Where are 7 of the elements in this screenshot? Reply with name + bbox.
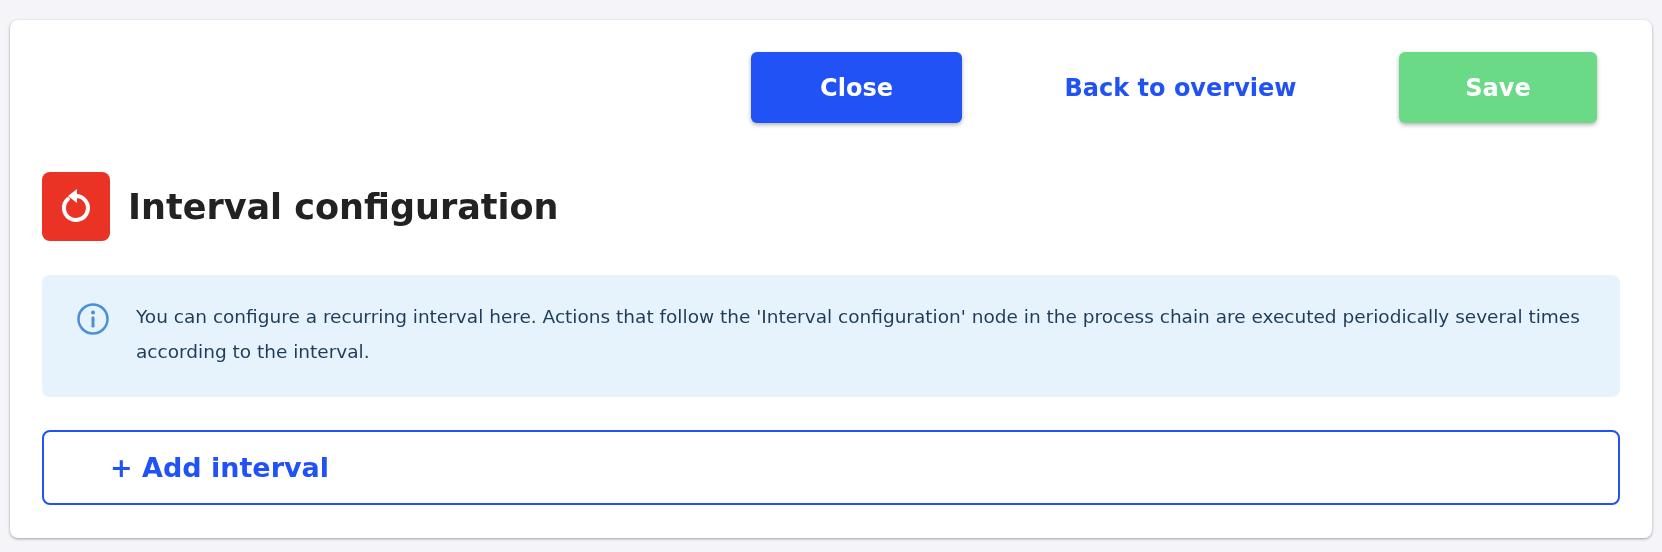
refresh-icon — [42, 172, 110, 241]
close-button[interactable]: Close — [751, 52, 962, 123]
back-link[interactable]: Back to overview — [962, 52, 1399, 123]
info-text: You can configure a recurring interval here. Actions that follow the 'Interval configuration' node in the process chain are executed periodically several times according to the interval. — [136, 305, 1581, 364]
add-interval-button[interactable]: + Add interval — [42, 430, 1620, 505]
info-icon — [76, 302, 110, 336]
page-title: Interval configuration — [128, 186, 559, 227]
